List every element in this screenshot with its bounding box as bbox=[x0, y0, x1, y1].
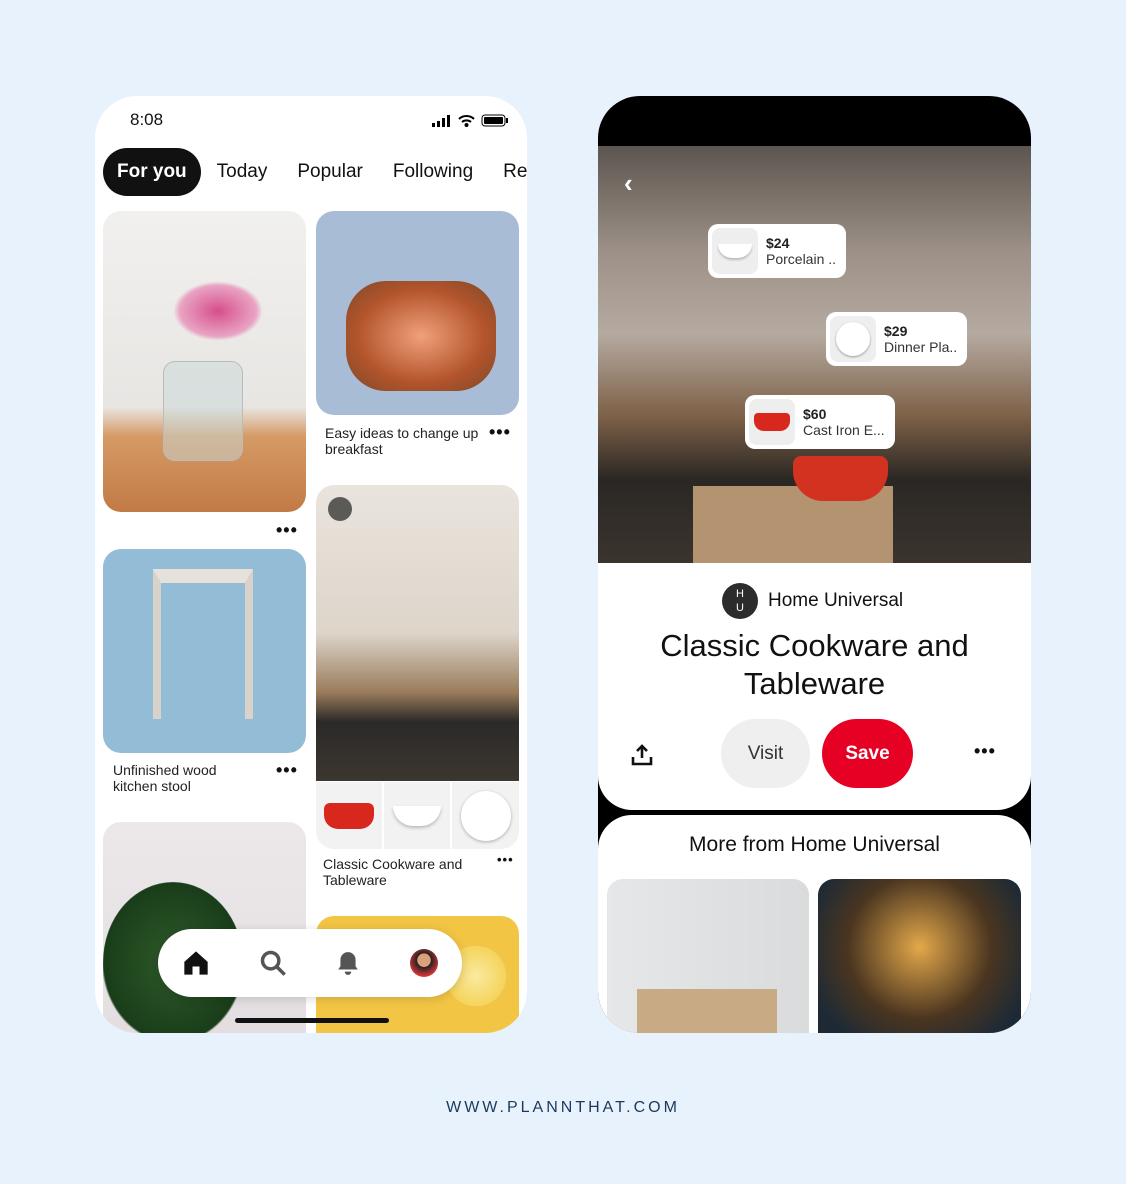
product-thumb-pot bbox=[316, 782, 382, 849]
creator-row[interactable]: H U Home Universal bbox=[722, 583, 903, 619]
profile-avatar[interactable] bbox=[409, 949, 438, 977]
footer-url[interactable]: WWW.PLANNTHAT.COM bbox=[0, 1099, 1126, 1117]
tab-following[interactable]: Following bbox=[379, 148, 487, 196]
more-options-button[interactable]: ••• bbox=[974, 741, 996, 762]
related-pin-glassware[interactable] bbox=[818, 879, 1021, 1033]
related-pin-knives[interactable] bbox=[607, 879, 809, 1033]
pin-plant[interactable] bbox=[103, 822, 306, 1033]
share-icon[interactable] bbox=[630, 743, 654, 767]
home-indicator bbox=[235, 1018, 389, 1023]
product-thumb-plate bbox=[452, 782, 519, 849]
pin-caption: Unfinished wood kitchen stool bbox=[113, 762, 217, 794]
more-from-heading: More from Home Universal bbox=[689, 833, 940, 856]
creator-name: Home Universal bbox=[768, 590, 904, 611]
pin-more-button[interactable]: ••• bbox=[276, 520, 298, 541]
pin-stool[interactable] bbox=[103, 549, 306, 753]
more-from-section: More from Home Universal bbox=[598, 815, 1031, 1033]
tag-price: $60 bbox=[803, 406, 827, 422]
creator-avatar: H U bbox=[722, 583, 758, 619]
tab-more[interactable]: Re bbox=[489, 148, 527, 196]
flower bbox=[173, 281, 263, 341]
pot-thumb bbox=[749, 399, 795, 445]
tag-price: $29 bbox=[884, 323, 908, 339]
product-tag[interactable]: $24 Porcelain .. bbox=[708, 224, 847, 278]
stool bbox=[153, 569, 253, 719]
product-tag[interactable]: $29 Dinner Pla.. bbox=[826, 312, 968, 366]
pin-info-card: H U Home Universal Classic Cookware and … bbox=[598, 563, 1031, 810]
knife-block bbox=[637, 989, 777, 1033]
glass-jar bbox=[163, 361, 243, 461]
pin-caption: Classic Cookware and Tableware bbox=[323, 856, 463, 888]
visit-button[interactable]: Visit bbox=[721, 719, 810, 788]
pin-more-button[interactable]: ••• bbox=[489, 422, 511, 443]
pin-more-button[interactable]: ••• bbox=[276, 760, 298, 781]
pin-detail-phone: ‹ $24 Porcelain .. $29 Dinner Pla.. $60 Cas… bbox=[598, 96, 1031, 1033]
bell-icon[interactable] bbox=[335, 949, 361, 977]
kitchen-image bbox=[316, 485, 519, 781]
tag-price: $24 bbox=[766, 235, 790, 251]
tab-today[interactable]: Today bbox=[203, 148, 282, 196]
product-tag[interactable]: $60 Cast Iron E... bbox=[745, 395, 895, 449]
tag-name: Porcelain .. bbox=[766, 251, 837, 267]
battery-icon bbox=[481, 114, 508, 127]
wifi-icon bbox=[458, 115, 475, 127]
bottom-nav bbox=[158, 929, 462, 997]
home-feed-phone: 8:08 For you Today Popular Following Re … bbox=[95, 96, 527, 1033]
pin-title: Classic Cookware and Tableware bbox=[660, 628, 969, 701]
signal-icon bbox=[432, 114, 450, 127]
bowl-thumb bbox=[712, 228, 758, 274]
back-chevron-icon[interactable]: ‹ bbox=[624, 168, 633, 199]
status-time: 8:08 bbox=[130, 110, 164, 129]
feed-tabs: For you Today Popular Following Re bbox=[103, 148, 527, 196]
status-icons bbox=[432, 114, 509, 127]
tag-name: Cast Iron E... bbox=[803, 422, 885, 438]
tab-popular[interactable]: Popular bbox=[283, 148, 377, 196]
pin-caption: Easy ideas to change up breakfast bbox=[325, 425, 479, 457]
pin-fig-toast[interactable] bbox=[316, 211, 519, 415]
pin-more-button[interactable]: ••• bbox=[497, 852, 514, 867]
product-thumb-bowl bbox=[384, 782, 450, 849]
plate-thumb bbox=[830, 316, 876, 362]
dutch-oven bbox=[793, 456, 888, 501]
save-button[interactable]: Save bbox=[822, 719, 913, 788]
pin-kitchen[interactable] bbox=[316, 485, 519, 849]
home-icon[interactable] bbox=[182, 949, 210, 977]
tab-for-you[interactable]: For you bbox=[103, 148, 201, 196]
toast bbox=[346, 281, 496, 391]
tag-name: Dinner Pla.. bbox=[884, 339, 958, 355]
pin-flower-vase[interactable] bbox=[103, 211, 306, 512]
search-icon[interactable] bbox=[259, 949, 287, 977]
tag-icon bbox=[328, 497, 352, 521]
